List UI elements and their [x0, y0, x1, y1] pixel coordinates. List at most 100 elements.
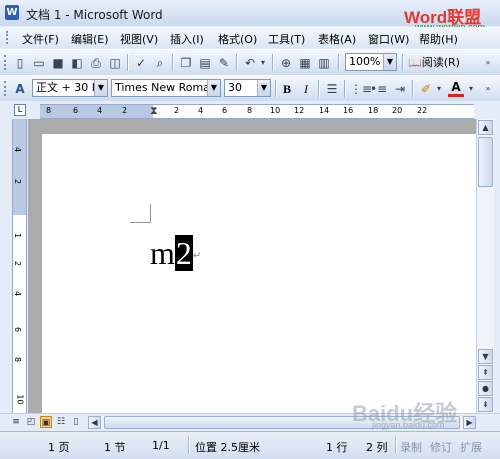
zoom-value: 100% — [349, 55, 381, 68]
font-color-dropdown-icon[interactable]: ▾ — [466, 81, 476, 97]
print-icon[interactable]: ⎙ — [88, 55, 104, 71]
reading-layout-view-icon[interactable]: ▯ — [70, 416, 82, 428]
menu-table[interactable]: 表格(A) — [318, 31, 356, 47]
status-extend[interactable]: 扩展 — [460, 439, 482, 455]
font-color-button[interactable]: A — [448, 81, 464, 97]
insert-table-icon[interactable]: ▥ — [316, 55, 332, 71]
research-icon[interactable]: ⌕ — [152, 55, 168, 71]
open-folder-icon[interactable]: ▭ — [31, 55, 47, 71]
word-app-icon: W — [5, 5, 19, 20]
menu-view[interactable]: 视图(V) — [120, 31, 158, 47]
indent-icon[interactable]: ⇥ — [392, 81, 408, 97]
menu-format[interactable]: 格式(O) — [218, 31, 257, 47]
status-page-of: 1/1 — [152, 439, 170, 452]
read-mode-button[interactable]: 📖阅读(R) — [408, 55, 470, 71]
formatting-toolbar: A 正文 + 30 I ▼ Times New Roman ▼ 30 ▼ B I… — [0, 75, 500, 102]
status-bar: 1 页 1 节 1/1 位置 2.5厘米 1 行 2 列 录制 修订 扩展 — [0, 431, 500, 459]
normal-view-icon[interactable]: ≡ — [10, 416, 22, 428]
text-normal: m — [150, 235, 175, 271]
tables-borders-icon[interactable]: ▦ — [297, 55, 313, 71]
scroll-left-icon[interactable]: ◀ — [88, 416, 101, 429]
scroll-right-icon[interactable]: ▶ — [463, 416, 476, 429]
toolbar-options-icon[interactable]: » — [482, 55, 494, 71]
undo-dropdown-icon[interactable]: ▾ — [258, 55, 268, 71]
format-painter-icon[interactable]: ✎ — [216, 55, 232, 71]
font-size-select[interactable]: 30 ▼ — [224, 79, 271, 97]
document-page[interactable]: m2↵ — [42, 134, 476, 424]
text-selected[interactable]: 2 — [174, 235, 193, 271]
styles-pane-icon[interactable]: A — [12, 81, 28, 97]
vertical-ruler-column: 4 2 1 2 4 6 8 10 — [0, 119, 28, 413]
status-page: 1 页 — [48, 441, 70, 454]
scroll-up-icon[interactable]: ▲ — [478, 120, 493, 135]
status-record[interactable]: 录制 — [400, 439, 422, 455]
status-section: 1 节 — [104, 441, 126, 454]
font-value: Times New Roman — [115, 81, 217, 94]
vertical-ruler[interactable]: 4 2 1 2 4 6 8 10 — [12, 119, 27, 413]
font-size-value: 30 — [228, 81, 242, 94]
bullets-icon[interactable]: •≡ — [370, 81, 387, 97]
bold-button[interactable]: B — [279, 81, 295, 97]
word-window: W 文档 1 - Microsoft Word Word联盟 www.wordl… — [0, 0, 500, 459]
tab-selector-icon[interactable]: L — [14, 104, 26, 116]
zoom-select[interactable]: 100% ▼ — [345, 53, 397, 71]
chevron-down-icon[interactable]: ▼ — [257, 80, 270, 96]
margin-corner-mark — [130, 204, 151, 223]
document-area: m2↵ — [28, 119, 476, 424]
web-layout-view-icon[interactable]: ◰ — [25, 416, 37, 428]
toolbar-options-icon[interactable]: » — [482, 81, 494, 97]
hyperlink-icon[interactable]: ⊕ — [278, 55, 294, 71]
previous-page-icon[interactable]: ⇞ — [478, 365, 493, 380]
status-track-changes[interactable]: 修订 — [430, 439, 452, 455]
status-position: 位置 2.5厘米 — [195, 441, 260, 454]
menu-tools[interactable]: 工具(T) — [268, 31, 305, 47]
italic-button[interactable]: I — [298, 81, 314, 97]
title-bar: W 文档 1 - Microsoft Word Word联盟 www.wordl… — [0, 0, 500, 32]
vertical-scrollbar[interactable]: ▲ ▼ ⇞ ● ⇟ — [476, 119, 494, 413]
style-select[interactable]: 正文 + 30 I ▼ — [32, 79, 108, 97]
select-browse-object-icon[interactable]: ● — [478, 381, 493, 396]
menu-help[interactable]: 帮助(H) — [419, 31, 458, 47]
horizontal-ruler[interactable]: 8 6 4 2 ⧗ 2 4 6 8 10 12 14 16 18 20 22 — [40, 104, 474, 119]
baidu-watermark-url: jingyan.baidu.com — [372, 420, 445, 430]
horizontal-ruler-row: L 8 6 4 2 ⧗ 2 4 6 8 10 12 14 16 18 20 22 — [0, 101, 500, 119]
standard-toolbar: ▯ ▭ ■ ◧ ⎙ ◫ ✓ ⌕ ❐ ▤ ✎ ↶ ▾ ⊕ ▦ ▥ 100% ▼ 📖… — [0, 49, 500, 76]
menu-insert[interactable]: 插入(I) — [170, 31, 204, 47]
print-preview-icon[interactable]: ◫ — [107, 55, 123, 71]
scroll-down-icon[interactable]: ▼ — [478, 349, 493, 364]
menu-file[interactable]: 文件(F) — [22, 31, 59, 47]
style-value: 正文 + 30 I — [36, 81, 95, 94]
toolbar-grip-icon[interactable] — [4, 81, 9, 96]
next-page-icon[interactable]: ⇟ — [478, 397, 493, 412]
font-select[interactable]: Times New Roman ▼ — [111, 79, 221, 97]
chevron-down-icon[interactable]: ▼ — [207, 80, 220, 96]
toolbar-grip-icon[interactable] — [4, 55, 9, 70]
permission-icon[interactable]: ◧ — [69, 55, 85, 71]
indent-marker-icon[interactable]: ⧗ — [150, 105, 158, 118]
document-text[interactable]: m2↵ — [150, 234, 201, 276]
numbering-icon[interactable]: ⋮≡ — [350, 81, 372, 97]
read-mode-label: 阅读(R) — [421, 56, 460, 69]
save-icon[interactable]: ■ — [50, 55, 66, 71]
menubar-grip-icon[interactable] — [6, 31, 11, 44]
paste-icon[interactable]: ▤ — [197, 55, 213, 71]
highlight-icon[interactable]: ✐ — [418, 81, 434, 97]
vertical-scroll-thumb[interactable] — [478, 137, 493, 187]
print-layout-view-icon[interactable]: ▣ — [40, 416, 52, 428]
menu-edit[interactable]: 编辑(E) — [71, 31, 109, 47]
outline-view-icon[interactable]: ☷ — [55, 416, 67, 428]
copy-icon[interactable]: ❐ — [178, 55, 194, 71]
highlight-dropdown-icon[interactable]: ▾ — [434, 81, 444, 97]
chevron-down-icon[interactable]: ▼ — [383, 54, 396, 70]
align-center-icon[interactable]: ☰ — [324, 81, 340, 97]
window-title: 文档 1 - Microsoft Word — [26, 8, 163, 22]
status-column: 2 列 — [366, 441, 388, 454]
chevron-down-icon[interactable]: ▼ — [94, 80, 107, 96]
new-document-icon[interactable]: ▯ — [12, 55, 28, 71]
menu-window[interactable]: 窗口(W) — [368, 31, 409, 47]
undo-icon[interactable]: ↶ — [242, 55, 258, 71]
book-icon: 📖 — [408, 56, 422, 69]
paragraph-mark-icon: ↵ — [192, 250, 202, 262]
status-line: 1 行 — [326, 441, 348, 454]
spelling-icon[interactable]: ✓ — [133, 55, 149, 71]
